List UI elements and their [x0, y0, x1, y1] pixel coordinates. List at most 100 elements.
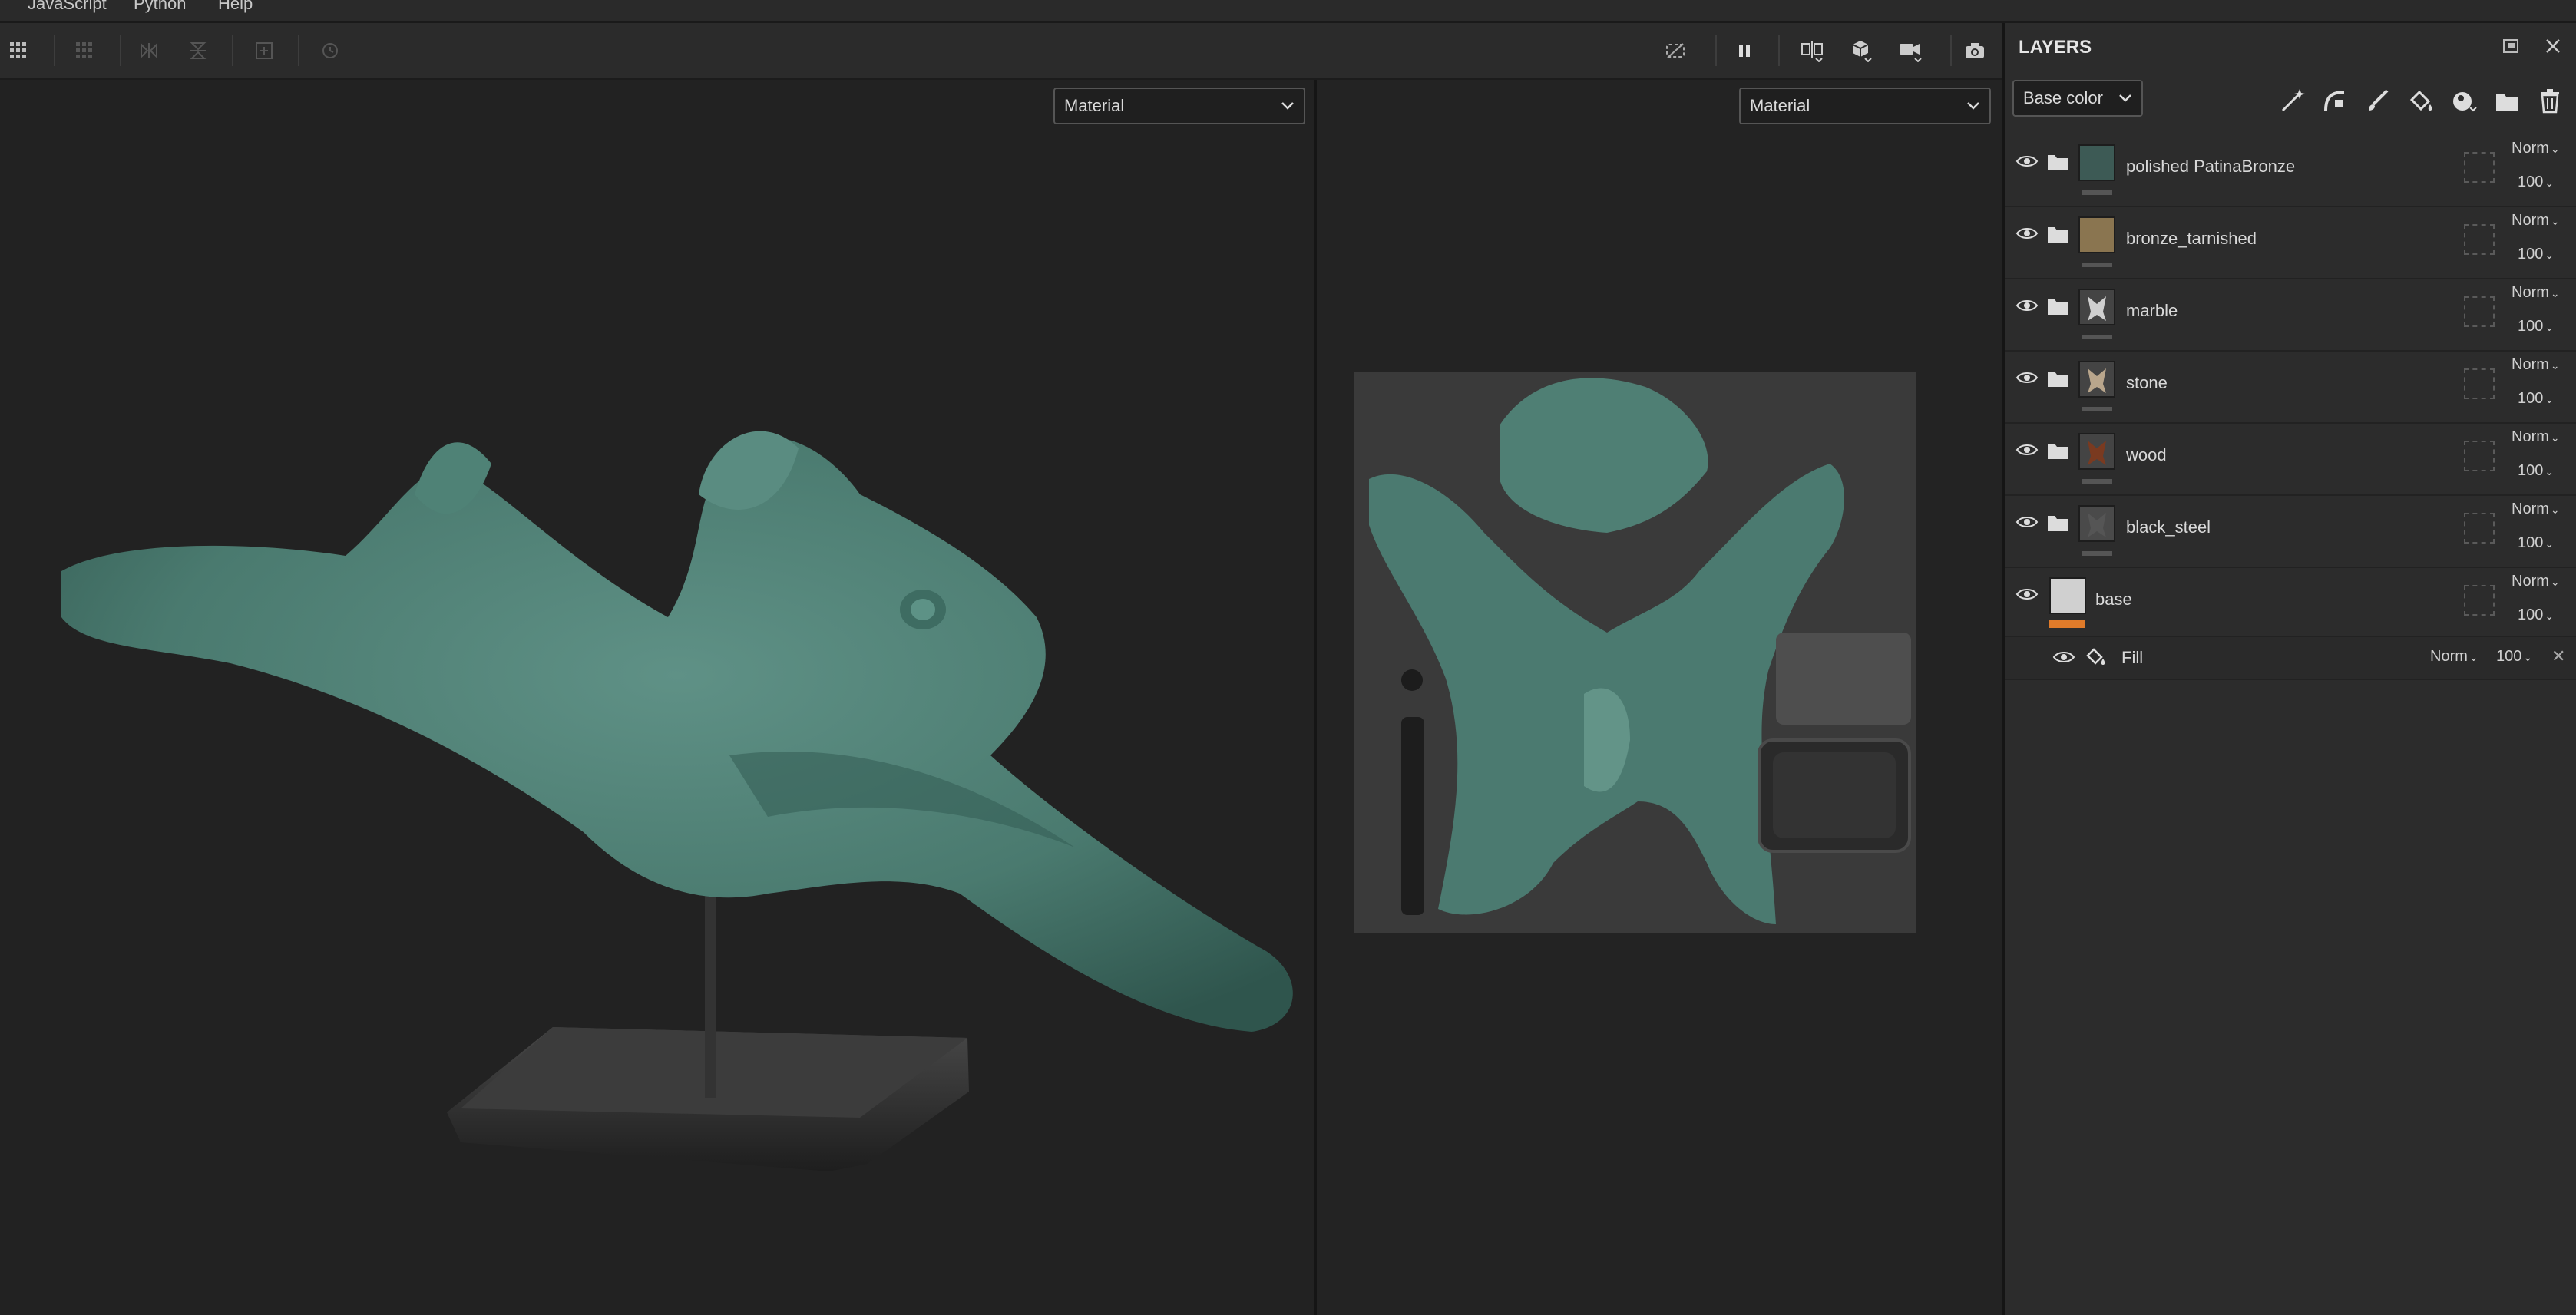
layer-row[interactable]: bronze_tarnished Norm ⌄ 100 ⌄: [2005, 207, 2576, 279]
folder-icon: [2046, 368, 2069, 392]
eye-visible-icon[interactable]: [2015, 442, 2039, 461]
layer-name: wood: [2126, 445, 2167, 464]
blend-mode-dropdown[interactable]: Norm ⌄: [2512, 428, 2560, 446]
smart-material-icon[interactable]: [2450, 88, 2478, 119]
opacity-value[interactable]: 100 ⌄: [2518, 606, 2554, 624]
split-view-icon[interactable]: [1800, 38, 1824, 63]
add-folder-icon[interactable]: [2493, 88, 2521, 119]
layer-thumbnail: [2078, 505, 2115, 542]
eye-visible-icon[interactable]: [2015, 154, 2039, 173]
viewport-3d[interactable]: Material: [0, 80, 1314, 1315]
opacity-number: 100: [2518, 462, 2544, 479]
effect-row-fill[interactable]: Fill Norm ⌄ 100 ⌄ ✕: [2005, 637, 2576, 680]
folder-icon: [2046, 152, 2069, 176]
chevron-down-icon: ⌄: [2545, 610, 2555, 622]
camera-video-icon[interactable]: [1898, 38, 1923, 63]
layer-thumbnail: [2078, 361, 2115, 398]
fill-bucket-icon: [2085, 646, 2108, 672]
menu-javascript[interactable]: JavaScript: [28, 0, 107, 14]
paint-brush-icon[interactable]: [2364, 88, 2392, 119]
mask-slot[interactable]: [2464, 585, 2495, 616]
hide-overlay-icon[interactable]: [1663, 38, 1688, 63]
menu-help[interactable]: Help: [218, 0, 253, 14]
close-icon[interactable]: [2542, 35, 2564, 61]
blend-mode-value: Norm: [2512, 573, 2549, 590]
chevron-down-icon: ⌄: [2550, 359, 2560, 372]
layer-mask-bar: [2082, 479, 2112, 484]
blend-mode-dropdown[interactable]: Norm ⌄: [2512, 212, 2560, 230]
symmetry-x-icon[interactable]: [137, 38, 161, 63]
folder-icon: [2046, 513, 2069, 537]
layer-row[interactable]: wood Norm ⌄ 100 ⌄: [2005, 424, 2576, 496]
uv-texture-map: [1354, 372, 1916, 933]
eye-visible-icon[interactable]: [2015, 226, 2039, 245]
mask-slot[interactable]: [2464, 296, 2495, 327]
opacity-number: 100: [2518, 390, 2544, 407]
blend-mode-dropdown[interactable]: Norm ⌄: [2430, 648, 2478, 666]
blend-mode-value: Norm: [2430, 648, 2468, 665]
delete-trash-icon[interactable]: [2536, 88, 2564, 119]
tiling-icon[interactable]: [72, 38, 97, 63]
opacity-value[interactable]: 100 ⌄: [2518, 534, 2554, 552]
opacity-value[interactable]: 100 ⌄: [2518, 390, 2554, 408]
opacity-value[interactable]: 100 ⌄: [2518, 462, 2554, 480]
mask-slot[interactable]: [2464, 441, 2495, 471]
effect-name: Fill: [2121, 648, 2144, 667]
layer-row-selected-base[interactable]: base Norm ⌄ 100 ⌄: [2005, 568, 2576, 637]
eye-visible-icon[interactable]: [2052, 649, 2075, 669]
blend-mode-dropdown[interactable]: Norm ⌄: [2512, 284, 2560, 302]
blend-mode-dropdown[interactable]: Norm ⌄: [2512, 573, 2560, 590]
mask-slot[interactable]: [2464, 368, 2495, 399]
magic-wand-icon[interactable]: [2278, 88, 2306, 119]
history-icon[interactable]: [318, 38, 342, 63]
opacity-value[interactable]: 100 ⌄: [2518, 173, 2554, 191]
eye-visible-icon[interactable]: [2015, 514, 2039, 534]
eye-visible-icon[interactable]: [2015, 586, 2039, 606]
layer-thumbnail: [2078, 216, 2115, 253]
mask-slot[interactable]: [2464, 224, 2495, 255]
add-frame-icon[interactable]: [252, 38, 276, 63]
menu-python[interactable]: Python: [134, 0, 187, 14]
mask-slot[interactable]: [2464, 152, 2495, 183]
add-generator-icon[interactable]: [2321, 88, 2349, 119]
opacity-number: 100: [2518, 246, 2544, 263]
viewport-2d[interactable]: Material: [1317, 80, 2002, 1315]
screenshot-camera-icon[interactable]: [1963, 38, 1987, 63]
layer-row[interactable]: stone Norm ⌄ 100 ⌄: [2005, 352, 2576, 424]
toolbar-separator: [1715, 35, 1717, 66]
symmetry-y-icon[interactable]: [186, 38, 210, 63]
pause-icon[interactable]: [1732, 38, 1757, 63]
selected-mask-indicator: [2049, 620, 2085, 628]
grid-menu-icon[interactable]: [6, 38, 31, 63]
toolbar-separator: [1778, 35, 1780, 66]
opacity-value[interactable]: 100 ⌄: [2518, 318, 2554, 335]
undock-icon[interactable]: [2501, 35, 2522, 61]
blend-mode-dropdown[interactable]: Norm ⌄: [2512, 356, 2560, 374]
chevron-down-icon: ⌄: [2550, 287, 2560, 299]
layer-mask-bar: [2082, 190, 2112, 195]
chevron-down-icon: ⌄: [2550, 215, 2560, 227]
mask-slot[interactable]: [2464, 513, 2495, 544]
chevron-down-icon: ⌄: [2545, 465, 2555, 477]
layer-row[interactable]: polished PatinaBronze Norm ⌄ 100 ⌄: [2005, 135, 2576, 207]
opacity-value[interactable]: 100 ⌄: [2518, 246, 2554, 263]
fill-bucket-icon[interactable]: [2407, 88, 2435, 119]
chevron-down-icon: [1966, 89, 1980, 134]
folder-icon: [2046, 296, 2069, 320]
eye-visible-icon[interactable]: [2015, 370, 2039, 389]
layer-name: bronze_tarnished: [2126, 229, 2257, 248]
cube-view-icon[interactable]: [1849, 38, 1873, 63]
layer-row[interactable]: black_steel Norm ⌄ 100 ⌄: [2005, 496, 2576, 568]
blend-mode-dropdown[interactable]: Norm ⌄: [2512, 140, 2560, 157]
layer-thumbnail: [2078, 289, 2115, 325]
channel-dropdown[interactable]: Base color: [2012, 80, 2143, 117]
eye-visible-icon[interactable]: [2015, 298, 2039, 317]
blend-mode-dropdown[interactable]: Norm ⌄: [2512, 501, 2560, 518]
chevron-down-icon: ⌄: [2545, 537, 2555, 550]
layer-mask-bar: [2082, 335, 2112, 339]
viewport-2d-mode-dropdown[interactable]: Material: [1739, 88, 1991, 124]
remove-effect-icon[interactable]: ✕: [2551, 646, 2565, 666]
opacity-value[interactable]: 100 ⌄: [2496, 648, 2532, 666]
chevron-down-icon: [2118, 81, 2132, 127]
layer-row[interactable]: marble Norm ⌄ 100 ⌄: [2005, 279, 2576, 352]
